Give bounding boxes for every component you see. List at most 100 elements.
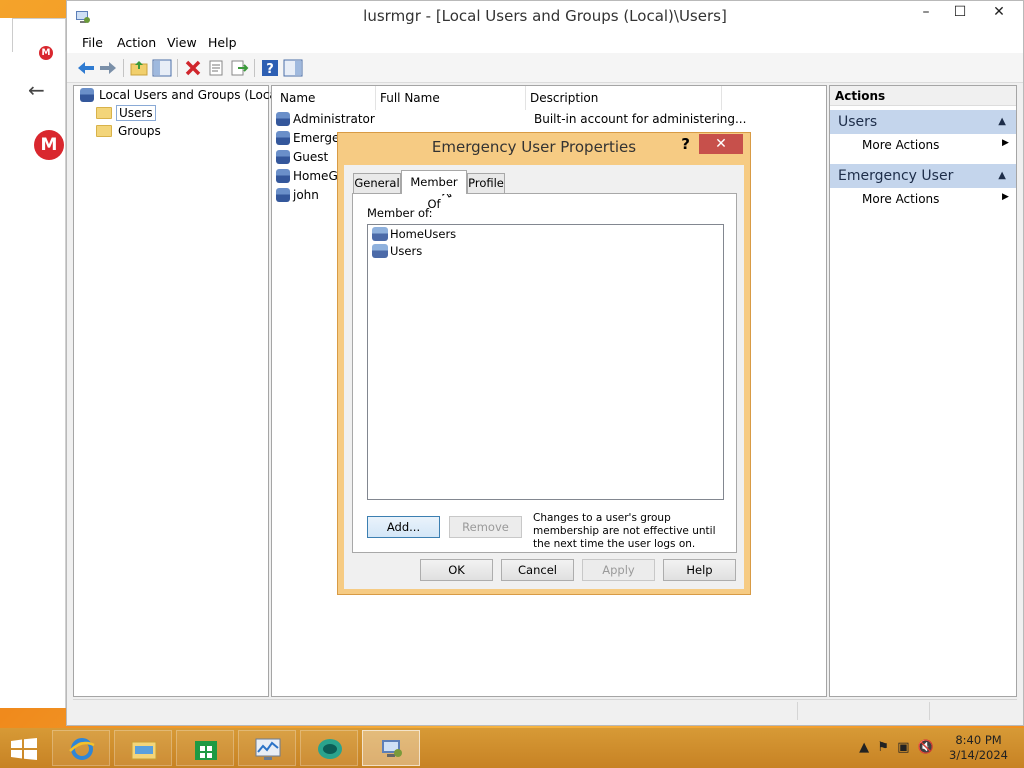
toolbar-separator [254,59,255,77]
status-segment [797,702,798,720]
taskbar-file-explorer[interactable] [114,730,172,766]
actions-section-emergency-user[interactable]: Emergency User ▲ [830,164,1016,188]
menu-action[interactable]: Action [117,35,156,50]
menu-bar: File Action View Help [67,33,1023,53]
group-list[interactable]: HomeUsers Users [367,224,724,500]
tree-root[interactable]: Local Users and Groups (Local) [80,88,287,102]
table-row[interactable]: Guest [276,150,328,168]
delete-icon[interactable] [183,58,203,78]
list-item[interactable]: Users [372,244,422,258]
window-title: lusrmgr - [Local Users and Groups (Local… [363,7,727,25]
taskbar: ▲ ⚑ ▣ 🔇 8:40 PM 3/14/2024 [0,728,1024,768]
taskbar-computer-management[interactable] [362,730,420,766]
properties-icon[interactable] [206,58,226,78]
properties-dialog: Emergency User Properties ? ✕ General Me… [337,132,751,595]
export-icon[interactable] [229,58,249,78]
show-hidden-icons-icon[interactable]: ▲ [859,740,869,755]
close-button[interactable]: ✕ [977,1,1021,25]
collapse-icon[interactable]: ▲ [998,110,1006,134]
membership-note: Changes to a user's group membership are… [533,512,716,550]
add-button[interactable]: Add... [367,516,440,538]
actions-pane: Actions Users ▲ More Actions ▶ Emergency U… [829,85,1017,697]
list-item[interactable]: HomeUsers [372,227,456,241]
tree-item-groups[interactable]: Groups [96,124,163,138]
tab-general[interactable]: General [353,173,401,193]
mega-tab-icon: M [39,46,53,60]
console-tree: Local Users and Groups (Local) Users Gro… [73,85,285,697]
svg-text:?: ? [266,62,274,77]
network-icon[interactable]: ▣ [897,740,909,755]
tab-profile[interactable]: Profile [467,173,505,193]
background-browser-window: M ← M [0,18,66,708]
apply-button[interactable]: Apply [582,559,655,581]
up-folder-icon[interactable] [129,58,149,78]
column-header-description[interactable]: Description [526,86,722,110]
mega-logo-icon: M [34,130,64,160]
context-help-button[interactable]: ? [681,135,690,153]
more-actions-emergency-user-link[interactable]: More Actions ▶ [862,192,1009,206]
computer-management-icon [80,88,94,102]
back-arrow-icon[interactable]: ← [28,78,45,102]
computer-management-icon [382,740,402,757]
show-hide-tree-icon[interactable] [152,58,172,78]
clock-date: 3/14/2024 [949,748,1008,762]
user-icon [276,169,290,183]
menu-file[interactable]: File [82,35,103,50]
ok-button[interactable]: OK [420,559,493,581]
user-icon [276,150,290,164]
tab-member-of[interactable]: Member Of [401,170,467,211]
help-button[interactable]: Help [663,559,736,581]
chevron-right-icon: ▶ [1002,192,1009,202]
cancel-button[interactable]: Cancel [501,559,574,581]
help-icon[interactable]: ? [260,58,280,78]
taskbar-app[interactable] [300,730,358,766]
table-row[interactable]: john [276,188,319,206]
volume-muted-icon[interactable]: 🔇 [918,740,934,755]
tree-item-users[interactable]: Users [96,105,156,121]
performance-monitor-icon [255,738,281,760]
member-of-label: Member of: [367,206,433,220]
group-icon [372,244,388,258]
actions-header: Actions [830,86,1016,106]
start-icon[interactable] [10,738,38,760]
column-header-full-name[interactable]: Full Name [376,86,526,110]
store-icon [195,741,217,760]
taskbar-performance-monitor[interactable] [238,730,296,766]
maximize-button[interactable]: ☐ [943,1,977,25]
system-tray: ▲ ⚑ ▣ 🔇 [859,740,934,755]
toolbar: ? [67,53,1023,83]
collapse-icon[interactable]: ▲ [998,164,1006,188]
title-bar[interactable]: lusrmgr - [Local Users and Groups (Local… [67,1,1023,33]
user-icon [276,188,290,202]
status-segment [929,702,930,720]
table-row[interactable]: Emerge [276,131,339,149]
user-icon [276,112,290,126]
dialog-body: General Member Of Profile Member of: Hom… [344,165,744,589]
more-actions-users-link[interactable]: More Actions ▶ [862,138,1009,152]
minimize-button[interactable]: – [909,1,943,25]
folder-icon [96,107,112,119]
app-icon [318,739,342,759]
clock-time: 8:40 PM [955,733,1002,747]
clock[interactable]: 8:40 PM 3/14/2024 [949,733,1008,763]
remove-button[interactable]: Remove [449,516,522,538]
folder-icon [96,125,112,137]
table-row[interactable]: HomeG [276,169,338,187]
dialog-close-button[interactable]: ✕ [699,134,743,154]
table-row[interactable]: Administrator Built-in account for admin… [276,112,824,130]
action-pane-icon[interactable] [283,58,303,78]
file-explorer-icon [131,741,157,760]
browser-tab[interactable] [12,18,66,52]
menu-view[interactable]: View [167,35,197,50]
member-of-panel: Member of: HomeUsers Users Add... Remove… [352,193,737,553]
back-arrow-icon[interactable] [76,58,96,78]
toolbar-separator [123,59,124,77]
forward-arrow-icon[interactable] [98,58,118,78]
taskbar-store[interactable] [176,730,234,766]
menu-help[interactable]: Help [208,35,237,50]
actions-section-users[interactable]: Users ▲ [830,110,1016,134]
group-icon [372,227,388,241]
taskbar-internet-explorer[interactable] [52,730,110,766]
action-center-flag-icon[interactable]: ⚑ [877,740,889,755]
column-header-name[interactable]: Name [276,86,376,110]
